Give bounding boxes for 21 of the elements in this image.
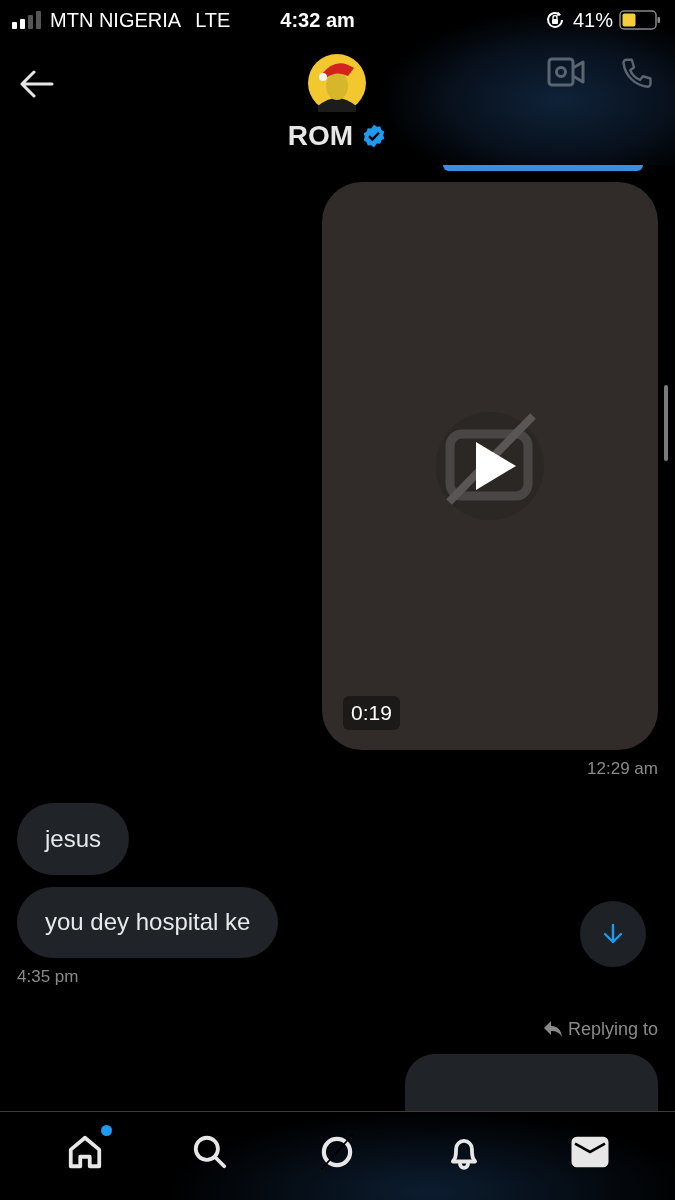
reply-arrow-icon bbox=[542, 1020, 563, 1039]
video-message[interactable]: 0:19 bbox=[322, 181, 658, 751]
signal-icon bbox=[12, 11, 44, 29]
status-time: 4:32 am bbox=[280, 8, 356, 32]
contact-name: ROM bbox=[287, 120, 354, 152]
message-bubble: you dey hospital ke bbox=[17, 886, 279, 958]
play-icon[interactable] bbox=[436, 412, 544, 520]
replying-to-label: Replying to bbox=[542, 1018, 658, 1040]
video-duration: 0:19 bbox=[343, 696, 400, 731]
network-type: LTE bbox=[195, 8, 231, 32]
carrier-name: MTN NIGERIA bbox=[50, 8, 182, 32]
message-time: 4:35 pm bbox=[17, 966, 79, 987]
battery-percent: 41% bbox=[572, 8, 613, 32]
battery-icon bbox=[619, 10, 661, 30]
rotation-lock-icon bbox=[544, 10, 565, 30]
arrow-down-icon[interactable] bbox=[602, 923, 624, 945]
avatar[interactable] bbox=[308, 54, 367, 112]
message-time: 12:29 am bbox=[587, 759, 658, 780]
message-bubble: jesus bbox=[17, 803, 130, 875]
back-button[interactable] bbox=[20, 70, 54, 98]
scrollbar[interactable] bbox=[664, 385, 668, 461]
